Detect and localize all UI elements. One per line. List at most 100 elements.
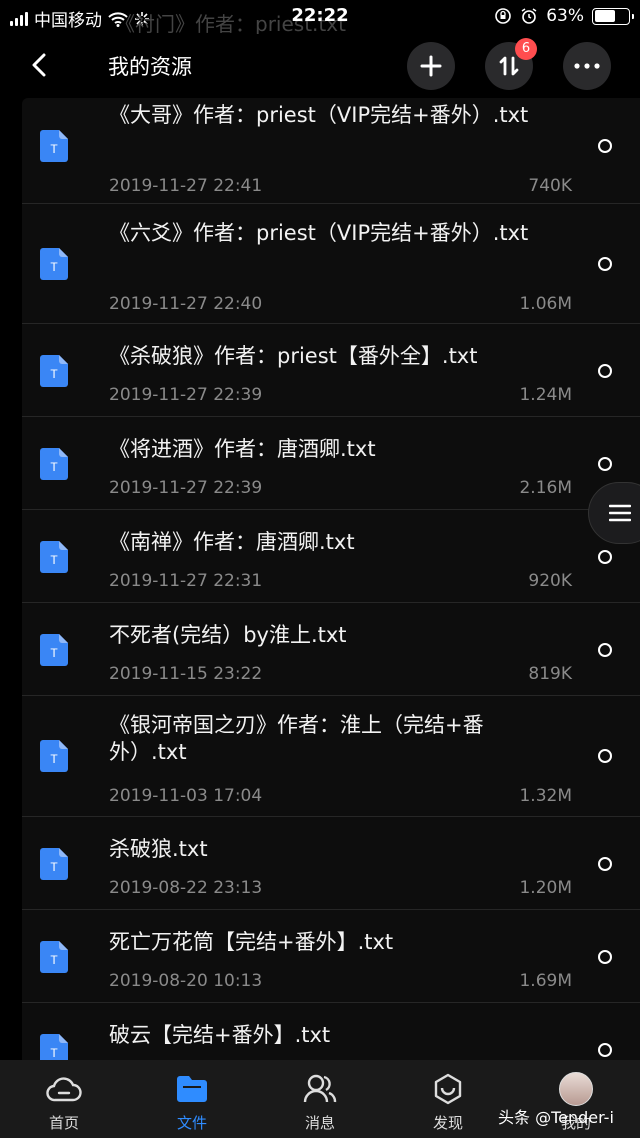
file-size: 2.16M xyxy=(519,478,572,498)
file-type-label: T xyxy=(50,260,58,274)
battery-icon xyxy=(592,7,634,25)
chevron-left-icon xyxy=(32,53,46,77)
file-date: 2019-11-27 22:39 xyxy=(109,478,263,498)
tab-files-label: 文件 xyxy=(176,1114,207,1132)
txt-file-icon: T xyxy=(40,130,68,162)
select-radio[interactable] xyxy=(598,457,612,471)
file-name: 《银河帝国之刃》作者：淮上（完结+番外）.txt xyxy=(109,713,484,764)
discover-icon xyxy=(434,1073,462,1105)
tab-messages[interactable]: 消息 xyxy=(256,1060,384,1138)
txt-file-icon: T xyxy=(40,541,68,573)
file-size: 1.24M xyxy=(519,385,572,405)
select-radio[interactable] xyxy=(598,550,612,564)
cloud-icon xyxy=(46,1077,82,1102)
file-size: 1.06M xyxy=(519,294,572,314)
transfer-icon xyxy=(499,56,519,76)
file-type-label: T xyxy=(50,646,58,660)
file-size: 819K xyxy=(528,664,572,684)
file-row[interactable]: T 死亡万花筒【完结+番外】.txt 2019-08-20 10:13 1.69M xyxy=(22,910,640,1003)
file-date: 2019-11-27 22:39 xyxy=(109,385,263,405)
txt-file-icon: T xyxy=(40,248,68,280)
file-row[interactable]: T 《银河帝国之刃》作者：淮上（完结+番外）.txt 2019-11-03 17:0… xyxy=(22,696,640,817)
file-date: 2019-11-03 17:04 xyxy=(109,786,263,806)
file-type-label: T xyxy=(50,1046,58,1060)
file-row[interactable]: T 《杀破狼》作者：priest【番外全】.txt 2019-11-27 22:39… xyxy=(22,324,640,417)
file-date: 2019-11-27 22:40 xyxy=(109,294,263,314)
file-size: 740K xyxy=(528,176,572,196)
file-date: 2019-11-27 22:31 xyxy=(109,571,263,591)
plus-icon xyxy=(420,55,442,77)
transfer-badge: 6 xyxy=(515,38,537,60)
status-right: 63% xyxy=(494,6,634,26)
add-button[interactable] xyxy=(407,42,455,90)
file-size: 1.32M xyxy=(519,786,572,806)
back-button[interactable] xyxy=(22,48,56,82)
file-type-label: T xyxy=(50,953,58,967)
file-row[interactable]: T 不死者(完结）by淮上.txt 2019-11-15 23:22 819K xyxy=(22,603,640,696)
select-radio[interactable] xyxy=(598,749,612,763)
file-name: 《杀破狼》作者：priest【番外全】.txt xyxy=(109,344,478,368)
file-type-label: T xyxy=(50,460,58,474)
file-name: 破云【完结+番外】.txt xyxy=(109,1023,331,1047)
file-name: 《将进酒》作者：唐酒卿.txt xyxy=(109,437,376,461)
avatar xyxy=(559,1072,593,1106)
alarm-icon xyxy=(521,8,537,24)
select-radio[interactable] xyxy=(598,950,612,964)
watermark: 头条 @Tender-i xyxy=(498,1108,614,1127)
select-radio[interactable] xyxy=(598,257,612,271)
txt-file-icon: T xyxy=(40,941,68,973)
header: 我的资源 6 xyxy=(0,34,640,98)
page-title: 我的资源 xyxy=(108,55,192,79)
txt-file-icon: T xyxy=(40,1034,68,1060)
battery-fill xyxy=(594,10,616,22)
people-icon xyxy=(303,1074,337,1103)
file-row[interactable]: T 《大哥》作者：priest（VIP完结+番外）.txt 2019-11-27 2… xyxy=(22,98,640,204)
file-type-label: T xyxy=(50,367,58,381)
rotation-lock-icon xyxy=(495,8,512,24)
file-type-label: T xyxy=(50,553,58,567)
file-list: T 《大哥》作者：priest（VIP完结+番外）.txt 2019-11-27 2… xyxy=(22,98,640,1060)
select-radio[interactable] xyxy=(598,643,612,657)
file-type-label: T xyxy=(50,860,58,874)
more-button[interactable] xyxy=(563,42,611,90)
file-row[interactable]: T 《将进酒》作者：唐酒卿.txt 2019-11-27 22:39 2.16M xyxy=(22,417,640,510)
status-bar: 中国移动 《衬门》作者：priest.txt 22:22 63% xyxy=(0,0,640,36)
file-name: 《大哥》作者：priest（VIP完结+番外）.txt xyxy=(109,103,529,127)
file-row[interactable]: T破云【完结+番外】.txt2019-08-20 10:111.60M xyxy=(22,1003,640,1060)
file-size: 1.20M xyxy=(519,878,572,898)
select-radio[interactable] xyxy=(598,364,612,378)
file-size: 920K xyxy=(528,571,572,591)
file-row[interactable]: T 杀破狼.txt 2019-08-22 23:13 1.20M xyxy=(22,817,640,910)
file-size: 1.69M xyxy=(519,971,572,991)
txt-file-icon: T xyxy=(40,355,68,387)
tab-files[interactable]: 文件 xyxy=(128,1060,256,1138)
file-type-label: T xyxy=(50,752,58,766)
file-row[interactable]: T 《六爻》作者：priest（VIP完结+番外）.txt 2019-11-27 2… xyxy=(22,204,640,324)
file-name: 死亡万花筒【完结+番外】.txt xyxy=(109,930,394,954)
txt-file-icon: T xyxy=(40,848,68,880)
tab-home-label: 首页 xyxy=(48,1114,79,1132)
txt-file-icon: T xyxy=(40,634,68,666)
file-date: 2019-11-27 22:41 xyxy=(109,176,263,196)
file-type-label: T xyxy=(50,142,58,156)
file-date: 2019-08-20 10:13 xyxy=(109,971,263,991)
file-date: 2019-08-22 23:13 xyxy=(109,878,263,898)
battery-percent: 63% xyxy=(546,6,584,26)
select-radio[interactable] xyxy=(598,139,612,153)
more-icon xyxy=(574,63,600,69)
file-name: 不死者(完结）by淮上.txt xyxy=(109,623,347,647)
tab-messages-label: 消息 xyxy=(304,1114,335,1132)
txt-file-icon: T xyxy=(40,740,68,772)
select-radio[interactable] xyxy=(598,857,612,871)
menu-icon xyxy=(609,504,631,522)
tab-discover[interactable]: 发现 xyxy=(384,1060,512,1138)
txt-file-icon: T xyxy=(40,448,68,480)
file-name: 《六爻》作者：priest（VIP完结+番外）.txt xyxy=(109,221,529,245)
tab-home[interactable]: 首页 xyxy=(0,1060,128,1138)
file-date: 2019-11-15 23:22 xyxy=(109,664,263,684)
select-radio[interactable] xyxy=(598,1043,612,1057)
folder-icon xyxy=(177,1076,207,1102)
tab-discover-label: 发现 xyxy=(432,1114,463,1132)
transfer-button[interactable]: 6 xyxy=(485,38,537,90)
file-row[interactable]: T 《南禅》作者：唐酒卿.txt 2019-11-27 22:31 920K xyxy=(22,510,640,603)
